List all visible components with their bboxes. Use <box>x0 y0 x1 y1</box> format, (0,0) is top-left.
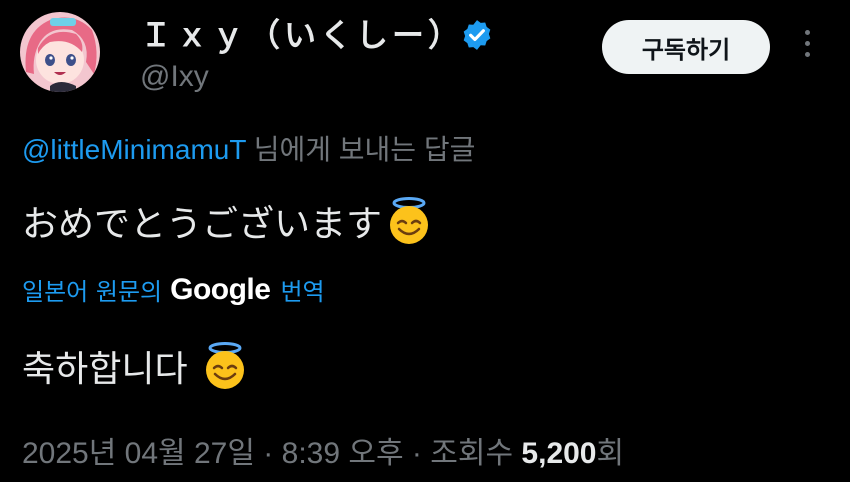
author-handle[interactable]: @Ixy <box>140 60 209 94</box>
reply-context: @littleMinimamuT 님에게 보내는 답글 <box>22 128 475 168</box>
translation-prefix: 일본어 원문의 <box>22 278 163 306</box>
views-label: 조회수 <box>430 437 514 470</box>
verified-badge-icon[interactable] <box>460 18 494 52</box>
anime-girl-avatar-icon <box>20 12 100 92</box>
meta-separator: · <box>263 437 274 470</box>
tweet-text-body: おめでとうございます <box>22 204 383 245</box>
reply-suffix: 님에게 보내는 답글 <box>245 134 476 165</box>
google-logo: Google <box>170 272 271 306</box>
tweet-meta: 2025년 04월 27일 · 8:39 오후 · 조회수 5,200회 <box>22 428 624 472</box>
translation-attribution[interactable]: 일본어 원문의 Google 번역 <box>22 272 325 307</box>
meta-separator: · <box>411 437 422 470</box>
smiling-face-with-halo-icon <box>205 342 244 389</box>
translated-text-body: 축하합니다 <box>22 349 188 390</box>
subscribe-button[interactable]: 구독하기 <box>602 20 770 74</box>
views-count: 5,200 <box>521 437 597 470</box>
tweet-date[interactable]: 2025년 04월 27일 <box>22 437 255 470</box>
views-suffix: 회 <box>596 437 625 470</box>
translated-text: 축하합니다 <box>22 340 250 392</box>
avatar[interactable] <box>20 12 100 92</box>
reply-mention-link[interactable]: @littleMinimamuT <box>22 134 246 165</box>
smiling-face-with-halo-icon <box>390 197 429 244</box>
tweet-time[interactable]: 8:39 오후 <box>282 437 404 470</box>
translation-suffix: 번역 <box>280 278 325 306</box>
more-vertical-icon[interactable] <box>800 30 814 64</box>
display-name[interactable]: Ｉｘｙ（いくしー） <box>140 10 464 56</box>
tweet-text: おめでとうございます <box>22 195 434 247</box>
